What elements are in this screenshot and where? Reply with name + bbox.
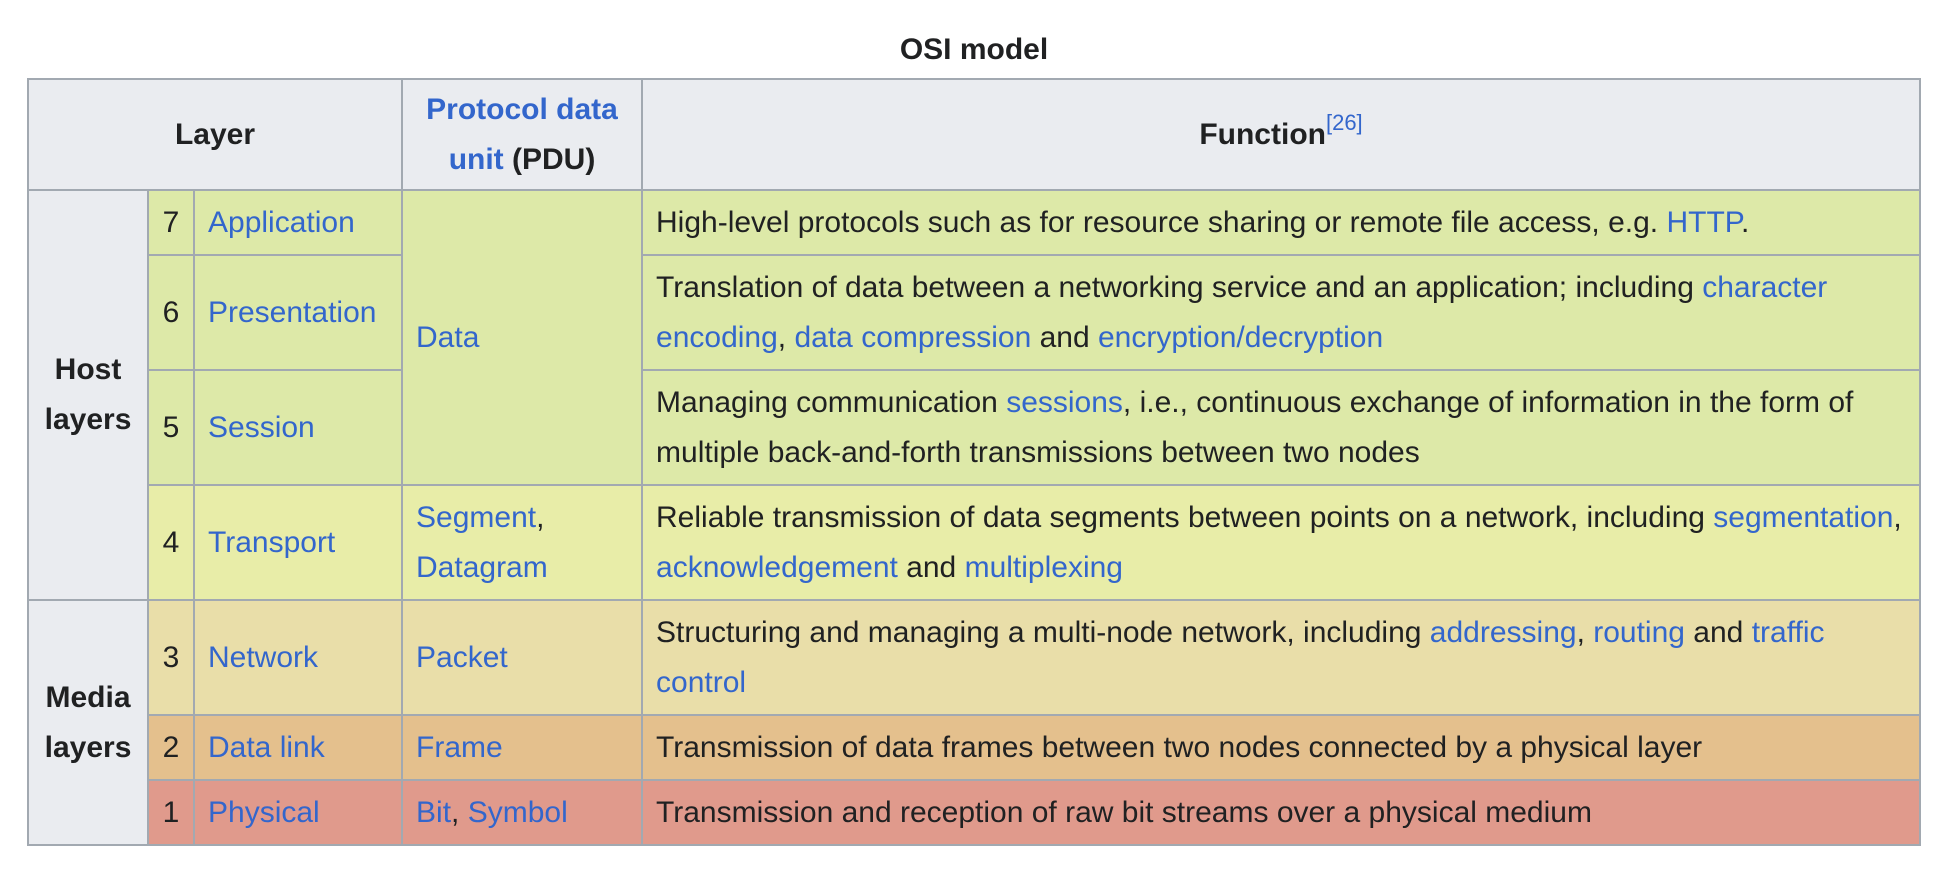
inline-text: Transmission of data frames between two … — [656, 730, 1703, 764]
inline-text: Translation of data between a networking… — [656, 270, 1703, 304]
inline-text: . — [1740, 205, 1750, 239]
inline-link[interactable]: Symbol — [468, 796, 568, 829]
layer-number: 3 — [147, 599, 195, 716]
inline-link[interactable]: Datagram — [416, 551, 548, 584]
layer-number: 1 — [147, 779, 195, 846]
layer-name-link[interactable]: Transport — [208, 526, 335, 559]
layer-name-link[interactable]: Data link — [208, 731, 325, 764]
pdu-cell: Segment, Datagram — [401, 484, 644, 601]
layer-number: 2 — [147, 714, 195, 781]
function-cell: Translation of data between a networking… — [641, 254, 1921, 371]
table-row: Host layers 7 Application Data High-level… — [27, 189, 1921, 601]
layer-number: 7 — [147, 189, 195, 256]
layer-name-link[interactable]: Physical — [208, 796, 320, 829]
inline-link[interactable]: Packet — [416, 641, 508, 674]
table-caption: OSI model — [899, 33, 1049, 66]
table-row: 5 Session Managing communication session… — [28, 369, 1921, 486]
layer-name-link[interactable]: Application — [208, 206, 355, 239]
layer-number: 6 — [147, 254, 195, 371]
inline-text: Transmission and reception of raw bit st… — [656, 795, 1592, 829]
layer-name-link[interactable]: Presentation — [208, 296, 376, 329]
inline-text: , — [536, 500, 545, 534]
pdu-cell: Frame — [401, 714, 644, 781]
inline-text: , — [777, 320, 795, 354]
inline-link[interactable]: segmentation — [1713, 501, 1893, 534]
inline-link[interactable]: encryption/decryption — [1098, 321, 1383, 354]
layer-name-link[interactable]: Session — [208, 411, 315, 444]
inline-link[interactable]: multiplexing — [965, 551, 1123, 584]
inline-text: Reliable transmission of data segments b… — [656, 500, 1714, 534]
function-cell: Transmission and reception of raw bit st… — [641, 779, 1921, 846]
pdu-cell: Packet — [401, 599, 644, 716]
inline-link[interactable]: routing — [1593, 616, 1685, 649]
inline-text: and — [1031, 320, 1098, 354]
layer-name: Transport — [192, 484, 404, 601]
layer-name: Data link — [192, 714, 404, 781]
function-cell: Transmission of data frames between two … — [641, 714, 1921, 781]
function-cell: High-level protocols such as for resourc… — [641, 189, 1921, 256]
table-row: 4 Transport Segment, Datagram Reliable t… — [28, 484, 1921, 601]
table-row: 6 Presentation Translation of data betwe… — [28, 254, 1921, 371]
layer-name-link[interactable]: Network — [208, 641, 318, 674]
inline-link[interactable]: Bit — [416, 796, 451, 829]
layer-number: 5 — [147, 369, 195, 486]
layer-name: Network — [192, 599, 404, 716]
table-row: 2 Data link Frame Transmission of data f… — [28, 714, 1921, 781]
function-cell: Reliable transmission of data segments b… — [641, 484, 1921, 601]
inline-link[interactable]: Frame — [416, 731, 503, 764]
header-row: Layer Protocol data unit (PDU) Function[2… — [26, 78, 1921, 191]
inline-text: , — [1576, 615, 1594, 649]
inline-text: High-level protocols such as for resourc… — [656, 205, 1667, 239]
group-media-layers: Media layers — [27, 599, 149, 846]
inline-link[interactable]: addressing — [1430, 616, 1577, 649]
layer-name: Presentation — [192, 254, 404, 371]
pdu-cell: Data — [401, 189, 644, 486]
layer-number: 4 — [147, 484, 195, 601]
header-pdu: Protocol data unit (PDU) — [401, 78, 644, 191]
header-function: Function[26] — [641, 78, 1921, 191]
inline-link[interactable]: sessions — [1006, 386, 1123, 419]
layer-name: Session — [192, 369, 404, 486]
function-cell: Managing communication sessions, i.e., c… — [641, 369, 1921, 486]
layer-name: Physical — [192, 779, 404, 846]
inline-text: and — [897, 550, 965, 584]
pdu-cell: Bit, Symbol — [401, 779, 644, 846]
inline-text: Structuring and managing a multi-node ne… — [656, 615, 1430, 649]
inline-text: , — [451, 795, 468, 829]
layer-name: Application — [192, 189, 404, 256]
inline-link[interactable]: acknowledgement — [656, 551, 898, 584]
inline-text: Managing communication — [656, 385, 1007, 419]
function-label: Function — [1199, 117, 1326, 151]
table-row: Media layers 3 Network Packet Structuring… — [27, 599, 1921, 846]
pdu-link[interactable]: Data — [416, 321, 479, 354]
inline-text: , — [1893, 500, 1902, 534]
function-cell: Structuring and managing a multi-node ne… — [641, 599, 1921, 716]
header-layer: Layer — [26, 78, 404, 191]
inline-link[interactable]: HTTP — [1666, 206, 1740, 239]
group-host-layers: Host layers — [27, 189, 149, 601]
inline-text: and — [1684, 615, 1752, 649]
table-row: 1 Physical Bit, Symbol Transmission and … — [28, 779, 1921, 846]
osi-model-table: Layer Protocol data unit (PDU) Function[2… — [26, 78, 1921, 846]
inline-link[interactable]: Segment — [416, 501, 536, 534]
pdu-suffix: (PDU) — [503, 142, 596, 176]
inline-link[interactable]: data compression — [794, 321, 1031, 354]
function-ref-link[interactable]: [26] — [1326, 110, 1363, 135]
